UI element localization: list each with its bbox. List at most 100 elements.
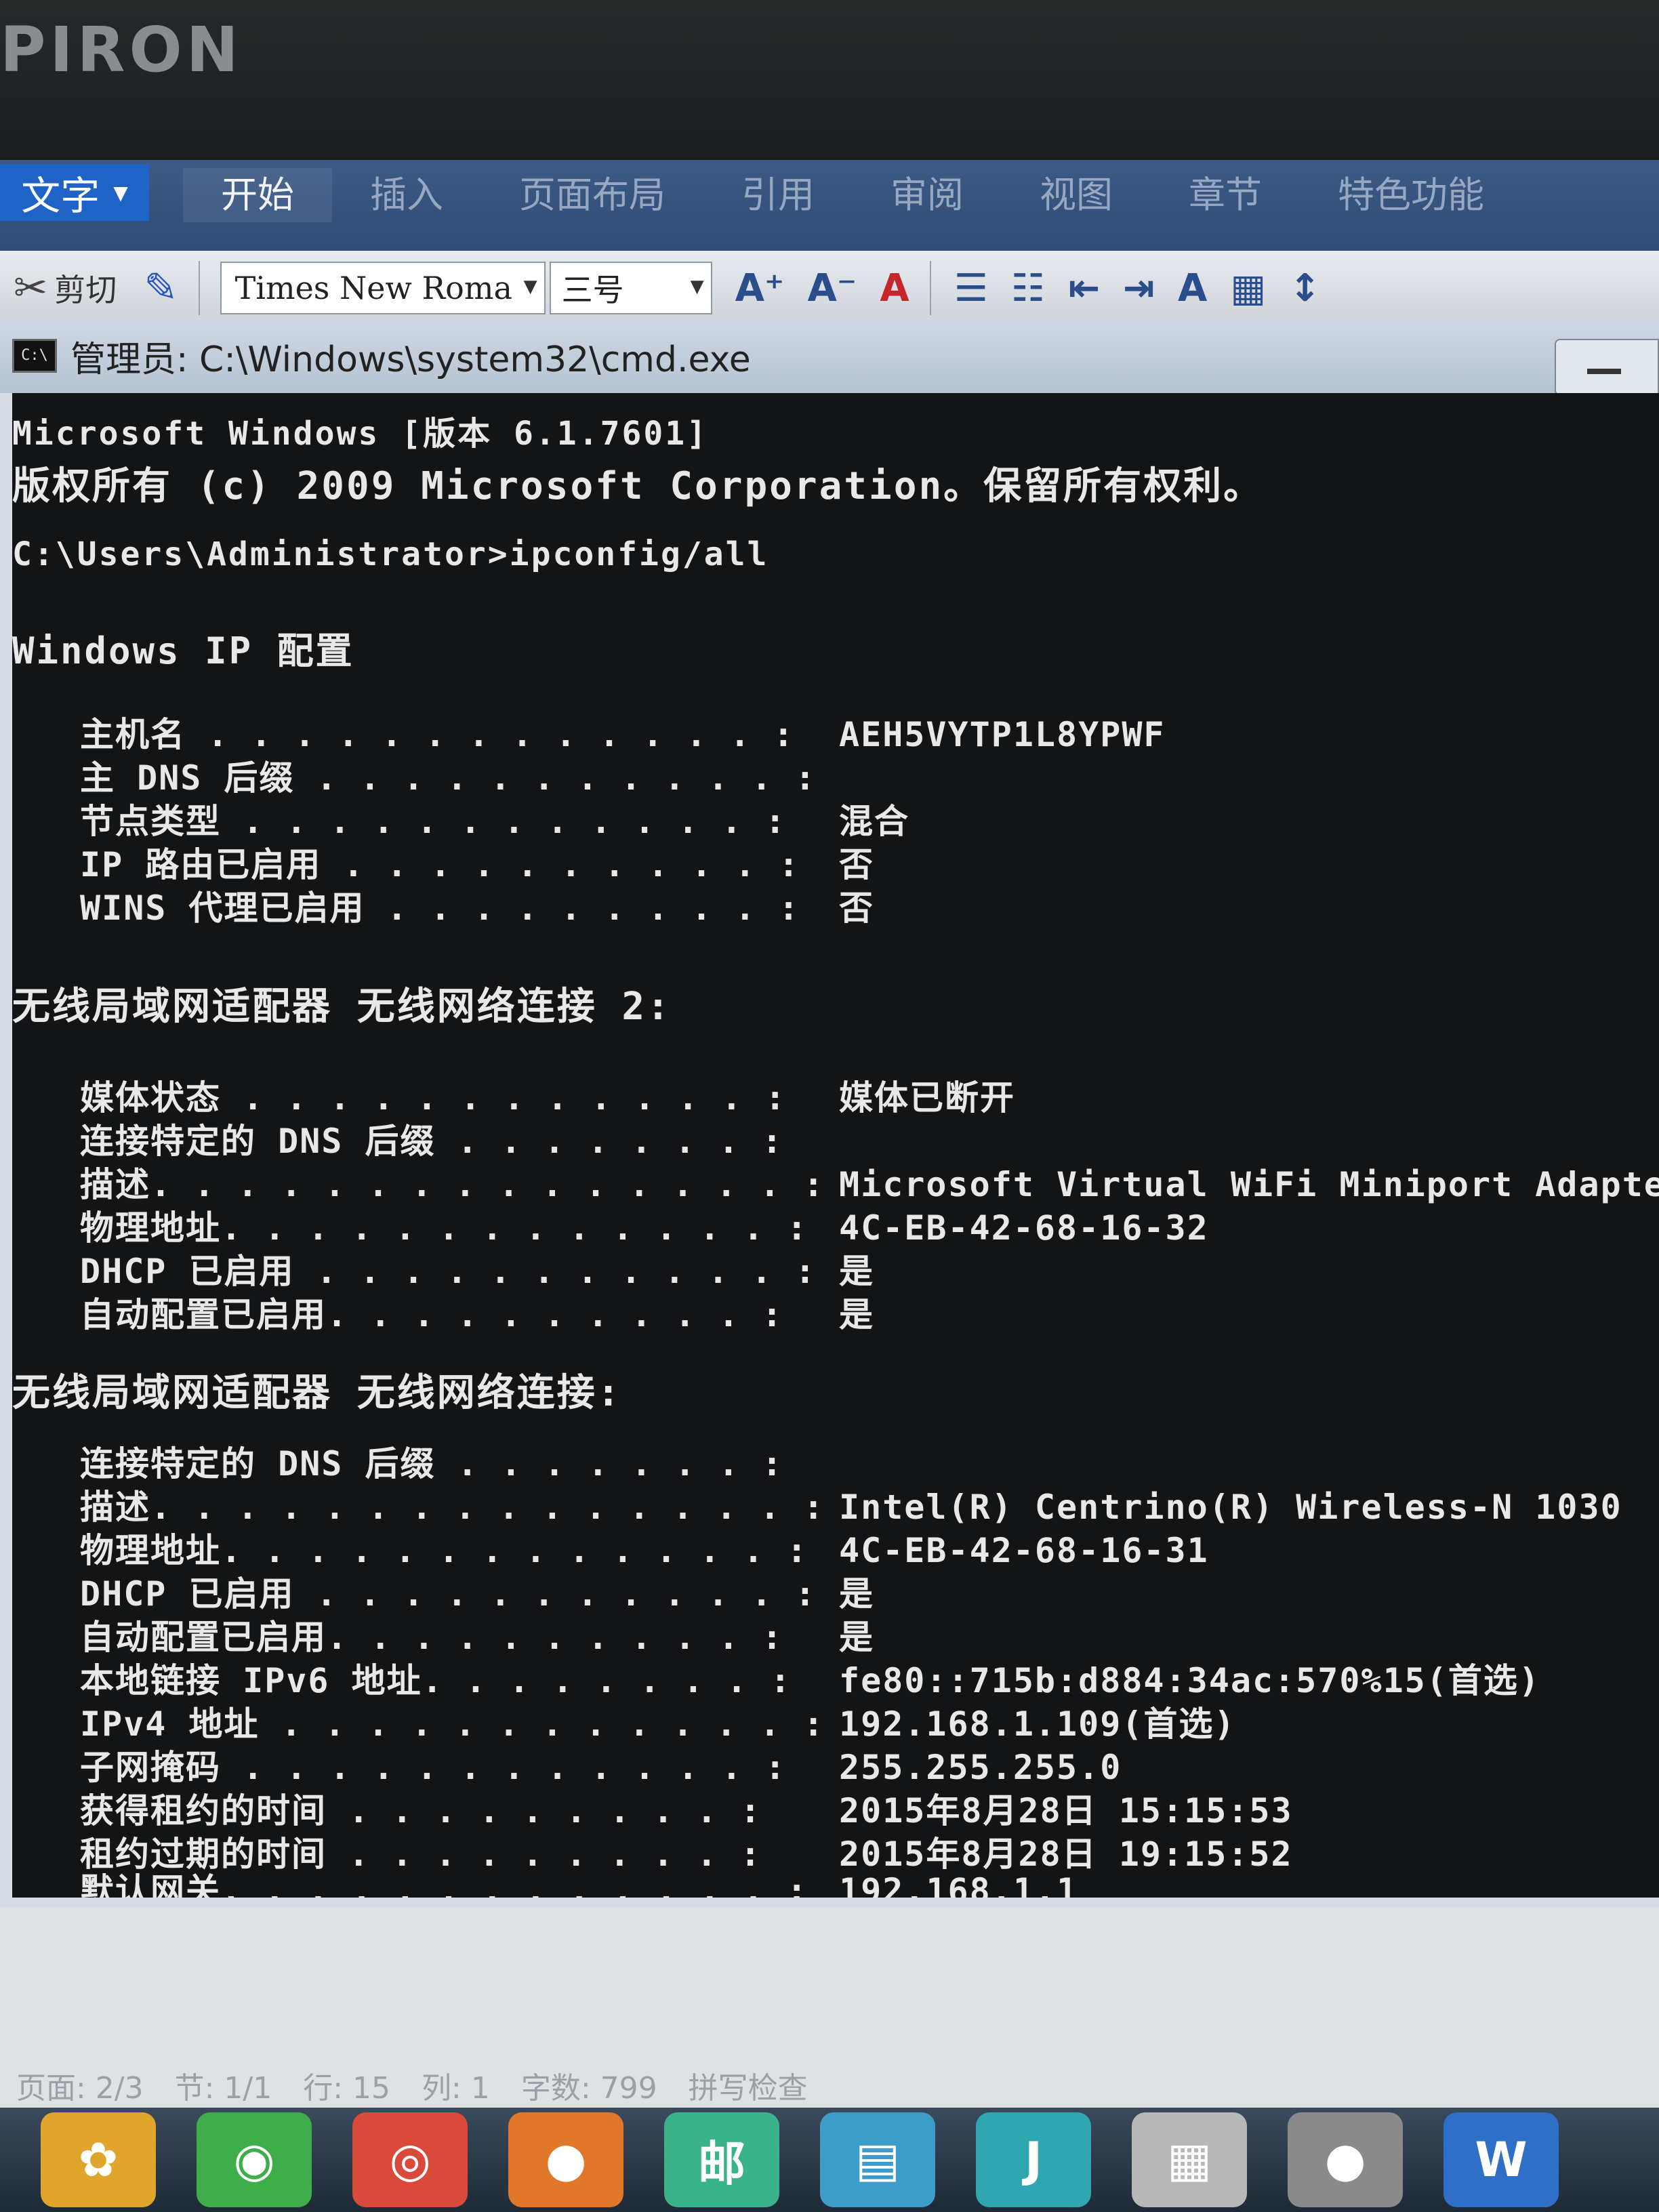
row-label: 连接特定的 DNS 后缀 . . . . . . . : (80, 1444, 784, 1483)
row-value: 192.168.1.109(首选) (839, 1704, 1236, 1744)
mail-icon[interactable]: 邮 (664, 2112, 779, 2207)
row-label: 连接特定的 DNS 后缀 . . . . . . . : (80, 1122, 784, 1161)
tab-chapter[interactable]: 章节 (1151, 168, 1300, 222)
numbered-list-icon[interactable]: ☷ (1011, 266, 1045, 310)
folder-icon[interactable]: ▤ (820, 2112, 935, 2207)
console-row: 主 DNS 后缀 . . . . . . . . . . . : (80, 751, 839, 800)
app-menu-button[interactable]: 文字 ▼ (0, 164, 149, 221)
row-label: DHCP 已启用 . . . . . . . . . . . : (80, 1252, 817, 1291)
status-spell-check[interactable]: 拼写检查 (689, 2064, 808, 2107)
tab-insert[interactable]: 插入 (332, 168, 481, 222)
console-row: DHCP 已启用 . . . . . . . . . . . : 是 (80, 1567, 874, 1616)
cmd-app-icon: C:\ (12, 339, 57, 373)
row-value: fe80::715b:d884:34ac:570%15(首选) (839, 1661, 1540, 1700)
row-label: WINS 代理已启用 . . . . . . . . . : (80, 888, 800, 928)
row-value: Microsoft Virtual WiFi Miniport Adapter (839, 1165, 1659, 1204)
row-label: 描述. . . . . . . . . . . . . . . : (80, 1165, 825, 1204)
table-icon[interactable]: ▦ (1230, 266, 1266, 310)
row-label: IP 路由已启用 . . . . . . . . . . : (80, 845, 800, 884)
row-value: 255.255.255.0 (839, 1748, 1122, 1787)
pinwheel-icon[interactable]: ✿ (41, 2112, 156, 2207)
clear-format-icon[interactable]: A (880, 266, 909, 310)
minimize-button[interactable] (1555, 339, 1659, 396)
decrease-indent-icon[interactable]: ⇤ (1068, 266, 1100, 310)
panda-icon[interactable]: ● (1288, 2112, 1403, 2207)
tab-review[interactable]: 审阅 (853, 168, 1002, 222)
grow-font-icon[interactable]: A⁺ (735, 266, 785, 310)
row-label: 子网掩码 . . . . . . . . . . . . : (80, 1748, 787, 1787)
console-line: 版权所有 (c) 2009 Microsoft Corporation。保留所有… (12, 464, 1264, 508)
cut-label: 剪切 (54, 272, 117, 308)
chevron-down-icon: ▼ (690, 276, 704, 297)
font-name-select[interactable]: Times New Roma ▼ (220, 262, 546, 314)
console-row: WINS 代理已启用 . . . . . . . . . : 否 (80, 881, 874, 930)
console-row: 连接特定的 DNS 后缀 . . . . . . . : (80, 1114, 839, 1163)
row-value: 是 (839, 1574, 874, 1614)
row-label: 自动配置已启用. . . . . . . . . . : (80, 1295, 784, 1334)
row-value: 否 (839, 845, 874, 884)
console-row: 本地链接 IPv6 地址. . . . . . . . : fe80::715b:… (80, 1654, 1540, 1702)
row-label: 自动配置已启用. . . . . . . . . . : (80, 1618, 784, 1657)
console-row: 物理地址. . . . . . . . . . . . . : 4C-EB-42-… (80, 1523, 1209, 1572)
chevron-down-icon: ▼ (523, 276, 537, 297)
row-label: 媒体状态 . . . . . . . . . . . . : (80, 1078, 787, 1118)
console-row: 描述. . . . . . . . . . . . . . . : Intel(R… (80, 1480, 1622, 1529)
font-size-select[interactable]: 三号 ▼ (549, 262, 712, 314)
tab-home[interactable]: 开始 (183, 168, 332, 222)
console-row: DHCP 已启用 . . . . . . . . . . . : 是 (80, 1244, 874, 1293)
shrink-font-icon[interactable]: A⁻ (807, 266, 857, 310)
line-spacing-icon[interactable]: ↕ (1289, 266, 1321, 310)
row-value: 2015年8月28日 15:15:53 (839, 1791, 1293, 1830)
status-words[interactable]: 字数: 799 (521, 2064, 657, 2107)
console-row: IPv4 地址 . . . . . . . . . . . . : 192.168… (80, 1697, 1236, 1746)
format-painter-icon[interactable]: ✎ (144, 264, 178, 312)
row-label: 获得租约的时间 . . . . . . . . . : (80, 1791, 762, 1830)
chevron-down-icon: ▼ (113, 181, 128, 204)
console-row: 默认网关. . . . . . . . . . . . . : 192.168.1… (80, 1864, 1078, 1898)
font-size-value: 三号 (561, 272, 624, 308)
console-row: 自动配置已启用. . . . . . . . . . : 是 (80, 1610, 874, 1659)
wps-ribbon: 文字 ▼ 开始 插入 页面布局 引用 审阅 视图 章节 特色功能 (0, 160, 1659, 258)
tab-references[interactable]: 引用 (703, 168, 853, 222)
sheet-icon[interactable]: ▦ (1132, 2112, 1247, 2207)
row-label: 物理地址. . . . . . . . . . . . . : (80, 1531, 808, 1570)
bullet-list-icon[interactable]: ☰ (954, 266, 988, 310)
document-area: 页面: 2/3 节: 1/1 行: 15 列: 1 字数: 799 拼写检查 (0, 1908, 1659, 2111)
row-value: 192.168.1.1 (839, 1871, 1079, 1898)
formatting-toolbar: ✂ 剪切 ✎ Times New Roma ▼ 三号 ▼ A⁺ A⁻ A ☰ ☷… (0, 251, 1659, 325)
tab-page-layout[interactable]: 页面布局 (481, 168, 703, 222)
wps-writer-icon[interactable]: W (1443, 2112, 1559, 2207)
row-label: 节点类型 . . . . . . . . . . . . : (80, 802, 787, 841)
row-label: IPv4 地址 . . . . . . . . . . . . : (80, 1704, 825, 1744)
row-value: Intel(R) Centrino(R) Wireless-N 1030 (839, 1488, 1622, 1527)
console-row: 描述. . . . . . . . . . . . . . . : Microso… (80, 1158, 1659, 1206)
console-output[interactable]: Microsoft Windows [版本 6.1.7601] 版权所有 (c)… (12, 393, 1659, 1898)
app-menu-label: 文字 (21, 173, 100, 219)
status-bar: 页面: 2/3 节: 1/1 行: 15 列: 1 字数: 799 拼写检查 (16, 2064, 808, 2107)
tab-features[interactable]: 特色功能 (1300, 168, 1522, 222)
row-label: 主机名 . . . . . . . . . . . . . : (80, 715, 795, 754)
firefox-icon[interactable]: ● (508, 2112, 623, 2207)
row-value: 是 (839, 1618, 874, 1657)
monitor-bezel: PIRON (0, 0, 1659, 163)
row-value: 否 (839, 888, 874, 928)
cmd-titlebar[interactable]: C:\ 管理员: C:\Windows\system32\cmd.exe (0, 319, 1659, 396)
console-heading: 无线局域网适配器 无线网络连接 2: (12, 985, 672, 1029)
cut-button[interactable]: ✂ 剪切 (14, 264, 117, 312)
status-col: 列: 1 (422, 2071, 490, 2106)
status-page[interactable]: 页面: 2/3 (16, 2064, 144, 2107)
ribbon-tabs: 开始 插入 页面布局 引用 审阅 视图 章节 特色功能 (183, 168, 1522, 222)
monitor-brand: PIRON (0, 14, 243, 86)
app-icon[interactable]: J (976, 2112, 1091, 2207)
console-row: 媒体状态 . . . . . . . . . . . . : 媒体已断开 (80, 1071, 1015, 1120)
increase-indent-icon[interactable]: ⇥ (1123, 266, 1155, 310)
console-line: C:\Users\Administrator>ipconfig/all (12, 535, 769, 573)
cmd-window: C:\ 管理员: C:\Windows\system32\cmd.exe Mic… (0, 319, 1659, 1908)
chrome-icon[interactable]: ◎ (352, 2112, 468, 2207)
row-label: 物理地址. . . . . . . . . . . . . : (80, 1208, 808, 1248)
tab-view[interactable]: 视图 (1002, 168, 1151, 222)
row-value: 混合 (839, 802, 909, 841)
browser-360-icon[interactable]: ◉ (197, 2112, 312, 2207)
text-style-icon[interactable]: A (1178, 266, 1207, 310)
row-value: 4C-EB-42-68-16-31 (839, 1531, 1209, 1570)
